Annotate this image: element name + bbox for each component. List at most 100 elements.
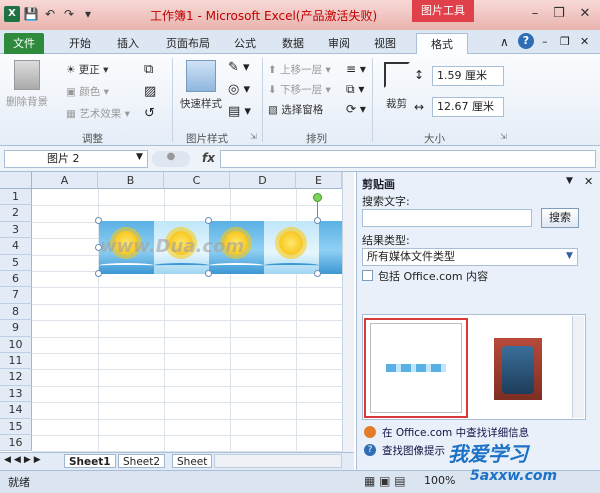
row-header[interactable]: 3 <box>0 221 32 239</box>
help-icon[interactable]: ? <box>518 33 534 49</box>
compress-pictures-icon[interactable]: ⧉ <box>144 62 153 77</box>
resize-handle[interactable] <box>95 270 102 277</box>
rotate-icon[interactable]: ⟳ ▾ <box>346 102 366 116</box>
row-header[interactable]: 7 <box>0 287 32 304</box>
sheet-nav-arrows-icon[interactable]: ◀◀▶▶ <box>4 455 44 465</box>
column-header[interactable]: B <box>98 172 164 189</box>
picture-layout-icon[interactable]: ▤ ▾ <box>228 104 251 119</box>
tab-formulas[interactable]: 公式 <box>228 33 262 54</box>
crop-icon[interactable] <box>384 62 410 88</box>
view-buttons-icon[interactable]: ▦ ▣ ▤ <box>364 474 406 488</box>
worksheet-grid[interactable] <box>0 172 354 452</box>
resize-handle[interactable] <box>95 217 102 224</box>
artistic-effects-button[interactable]: ▦ 艺术效果 ▾ <box>66 106 130 121</box>
sheet-tab-sheet3[interactable]: Sheet <box>172 454 213 468</box>
row-header[interactable]: 6 <box>0 271 32 288</box>
resize-handle[interactable] <box>314 270 321 277</box>
include-office-checkbox[interactable] <box>362 270 373 281</box>
align-icon[interactable]: ≡ ▾ <box>346 62 366 76</box>
insert-function-icon[interactable]: fx <box>202 151 215 165</box>
zoom-level[interactable]: 100% <box>424 474 455 487</box>
row-header[interactable]: 14 <box>0 402 32 419</box>
ribbon-restore-icon[interactable]: ❒ <box>560 35 570 48</box>
row-header[interactable]: 4 <box>0 238 32 255</box>
reset-picture-icon[interactable]: ↺ <box>144 106 155 121</box>
clip-result-selected[interactable] <box>364 318 468 418</box>
pane-options-icon[interactable]: ▼ <box>566 176 573 186</box>
find-image-tips-link[interactable]: 查找图像提示 <box>382 443 445 458</box>
selection-pane-button[interactable]: ▧ 选择窗格 <box>268 102 323 117</box>
excel-icon[interactable]: X <box>4 6 20 22</box>
shape-height-input[interactable]: 1.59 厘米 <box>432 66 504 86</box>
name-box[interactable]: 图片 2 <box>4 150 148 168</box>
workbook-close-icon[interactable]: ✕ <box>580 35 589 48</box>
search-text-input[interactable] <box>362 209 532 227</box>
row-header[interactable]: 10 <box>0 336 32 353</box>
row-header[interactable]: 12 <box>0 369 32 386</box>
resize-handle[interactable] <box>314 217 321 224</box>
resize-handle[interactable] <box>205 270 212 277</box>
tab-data[interactable]: 数据 <box>276 33 310 54</box>
row-header[interactable]: 11 <box>0 353 32 370</box>
send-backward-button[interactable]: ⬇ 下移一层 ▾ <box>268 82 331 97</box>
picture-effects-icon[interactable]: ◎ ▾ <box>228 82 250 97</box>
search-button[interactable]: 搜索 <box>541 208 579 228</box>
column-header[interactable]: D <box>230 172 296 189</box>
color-button[interactable]: ▣ 颜色 ▾ <box>66 84 109 99</box>
picture-border-icon[interactable]: ✎ ▾ <box>228 60 250 75</box>
quick-styles-icon[interactable] <box>186 60 216 92</box>
name-box-dropdown-icon[interactable]: ▼ <box>136 152 143 162</box>
tab-page-layout[interactable]: 页面布局 <box>160 33 216 54</box>
row-header[interactable]: 13 <box>0 385 32 403</box>
horizontal-scrollbar[interactable] <box>214 454 342 468</box>
column-header[interactable]: E <box>296 172 342 189</box>
tab-file[interactable]: 文件 <box>4 33 44 54</box>
column-header[interactable]: A <box>32 172 98 189</box>
tab-view[interactable]: 视图 <box>368 33 402 54</box>
sun-picture-tile[interactable] <box>264 221 319 274</box>
column-header[interactable]: C <box>164 172 230 189</box>
crop-button[interactable]: 裁剪 <box>386 96 407 111</box>
resize-handle[interactable] <box>205 217 212 224</box>
shape-width-input[interactable]: 12.67 厘米 <box>432 97 504 117</box>
sheet-tab-sheet2[interactable]: Sheet2 <box>118 454 166 468</box>
bring-forward-button[interactable]: ⬆ 上移一层 ▾ <box>268 62 331 77</box>
ribbon-minimize-icon[interactable]: – <box>542 35 548 48</box>
sheet-tab-sheet1[interactable]: Sheet1 <box>64 454 116 468</box>
results-type-select[interactable]: 所有媒体文件类型 <box>362 248 578 266</box>
remove-background-icon[interactable] <box>14 60 40 90</box>
rotate-handle[interactable] <box>313 193 322 202</box>
redo-icon[interactable]: ↷ <box>61 6 77 22</box>
tab-home[interactable]: 开始 <box>62 33 98 54</box>
row-header[interactable]: 16 <box>0 435 32 452</box>
close-icon[interactable]: ✕ <box>574 4 596 24</box>
change-picture-icon[interactable]: ▨ <box>144 84 156 99</box>
resize-handle[interactable] <box>95 244 102 251</box>
row-header[interactable]: 5 <box>0 254 32 271</box>
row-header[interactable]: 15 <box>0 418 32 435</box>
minimize-icon[interactable]: – <box>524 4 546 24</box>
row-header[interactable]: 1 <box>0 189 32 206</box>
chevron-down-icon[interactable]: ▼ <box>566 251 573 261</box>
remove-background-button[interactable]: 删除背景 <box>6 94 48 109</box>
restore-icon[interactable]: ❒ <box>548 4 570 24</box>
customize-qat-icon[interactable]: ▾ <box>80 6 96 22</box>
row-header[interactable]: 8 <box>0 303 32 321</box>
undo-icon[interactable]: ↶ <box>42 6 58 22</box>
minimize-ribbon-icon[interactable]: ∧ <box>500 35 509 49</box>
vertical-scrollbar[interactable] <box>342 172 354 452</box>
row-header[interactable]: 9 <box>0 320 32 337</box>
clip-result-businessman[interactable] <box>476 322 568 416</box>
size-dialog-launcher-icon[interactable]: ⇲ <box>500 132 507 141</box>
corrections-button[interactable]: ☀ 更正 ▾ <box>66 62 108 77</box>
select-all-corner[interactable] <box>0 172 32 189</box>
tab-format[interactable]: 格式 <box>416 33 468 54</box>
sun-picture-tile[interactable] <box>319 221 342 274</box>
tab-insert[interactable]: 插入 <box>110 33 146 54</box>
save-icon[interactable]: 💾 <box>23 6 39 22</box>
results-scrollbar[interactable] <box>572 316 584 418</box>
dialog-launcher-icon[interactable]: ⇲ <box>250 132 257 141</box>
group-icon[interactable]: ⧉ ▾ <box>346 82 364 97</box>
tab-review[interactable]: 审阅 <box>322 33 356 54</box>
formula-input[interactable] <box>220 150 596 168</box>
